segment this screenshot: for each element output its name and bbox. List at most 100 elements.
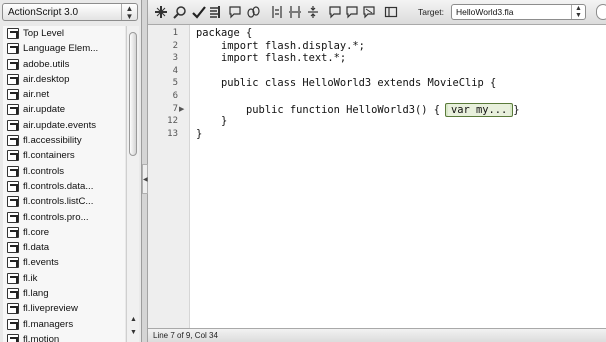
collapse-between-braces-icon[interactable]: [270, 5, 284, 19]
show-hide-toolbox-icon[interactable]: [384, 5, 398, 19]
line-number: 5: [172, 78, 178, 89]
package-item[interactable]: fl.accessibility: [3, 133, 125, 148]
expand-all-icon[interactable]: [306, 5, 320, 19]
code-text: import flash.text.*;: [196, 52, 347, 65]
package-item[interactable]: air.net: [3, 87, 125, 102]
collapsed-code-label: var my...: [447, 103, 511, 116]
package-list[interactable]: Top Level Language Elem... adobe.utils air.…: [3, 26, 125, 342]
package-item[interactable]: fl.controls.listC...: [3, 194, 125, 209]
scroll-up-arrow-icon[interactable]: ▲: [128, 314, 139, 326]
code-text: public class HelloWorld3 extends MovieCl…: [196, 77, 497, 90]
auto-format-icon[interactable]: [208, 5, 222, 19]
package-label: fl.controls.data...: [23, 180, 94, 192]
code-text: public function HelloWorld3() {: [196, 103, 440, 116]
package-item[interactable]: Language Elem...: [3, 41, 125, 56]
cursor-position-status: Line 7 of 9, Col 34: [153, 331, 218, 340]
package-label: fl.controls.listC...: [23, 196, 94, 208]
package-book-icon: [7, 43, 19, 55]
package-book-icon: [7, 58, 19, 70]
package-item[interactable]: fl.controls: [3, 164, 125, 179]
code-editor[interactable]: package { import flash.display.*; import…: [191, 25, 606, 328]
line-number: 4: [172, 65, 178, 76]
check-syntax-icon[interactable]: [192, 5, 206, 19]
collapsed-code-block[interactable]: var my...: [444, 102, 514, 117]
package-item[interactable]: adobe.utils: [3, 57, 125, 72]
code-hint-icon[interactable]: [228, 5, 242, 19]
apply-block-comment-icon[interactable]: [328, 5, 342, 19]
pin-script-button[interactable]: [596, 4, 606, 20]
select-arrows-icon: ▲ ▼: [121, 4, 137, 21]
package-item[interactable]: fl.core: [3, 225, 125, 240]
actions-toolbox-panel: ActionScript 3.0 ▲ ▼ Top Level Language El…: [0, 0, 142, 342]
scroll-down-arrow-icon[interactable]: ▼: [128, 327, 139, 339]
package-book-icon: [7, 318, 19, 330]
language-version-value: ActionScript 3.0: [8, 7, 79, 18]
package-item[interactable]: fl.livepreview: [3, 301, 125, 316]
line-number: 3: [172, 53, 178, 64]
apply-line-comment-icon[interactable]: [345, 5, 359, 19]
code-text: }: [196, 127, 203, 140]
code-text: }: [196, 115, 228, 128]
package-label: Language Elem...: [23, 43, 99, 55]
package-label: fl.livepreview: [23, 303, 78, 315]
expand-fold-arrow-icon[interactable]: ▶: [179, 105, 184, 113]
code-line: public function HelloWorld3() { var my...…: [196, 102, 520, 117]
package-book-icon: [7, 226, 19, 238]
line-number: 1: [172, 28, 178, 38]
package-item[interactable]: air.desktop: [3, 72, 125, 87]
status-bar: Line 7 of 9, Col 34: [148, 328, 606, 342]
scrollbar-thumb[interactable]: [129, 32, 137, 156]
code-line: package {: [196, 27, 252, 39]
code-text: import flash.display.*;: [196, 39, 365, 52]
package-book-icon: [7, 211, 19, 223]
debug-options-icon[interactable]: [246, 5, 260, 19]
package-book-icon: [7, 73, 19, 85]
code-line: public class HelloWorld3 extends MovieCl…: [196, 77, 496, 89]
package-item[interactable]: air.update.events: [3, 118, 125, 133]
line-number: 12: [167, 116, 178, 127]
package-item[interactable]: fl.motion: [3, 332, 125, 342]
package-label: fl.motion: [23, 333, 60, 342]
package-book-icon: [7, 272, 19, 284]
collapse-selection-icon[interactable]: [288, 5, 302, 19]
package-label: fl.data: [23, 242, 50, 254]
package-label: fl.controls.pro...: [23, 211, 89, 223]
language-version-select[interactable]: ActionScript 3.0 ▲ ▼: [2, 3, 138, 21]
package-label: fl.managers: [23, 318, 74, 330]
select-arrows-icon: ▲ ▼: [571, 5, 585, 19]
target-label: Target:: [418, 7, 444, 17]
package-list-scrollbar[interactable]: ▲ ▼: [126, 26, 139, 342]
package-item[interactable]: fl.managers: [3, 317, 125, 332]
package-label: air.net: [23, 89, 50, 101]
package-book-icon: [7, 104, 19, 116]
package-label: fl.events: [23, 257, 59, 269]
package-label: fl.containers: [23, 150, 75, 162]
package-book-icon: [7, 135, 19, 147]
package-item[interactable]: fl.lang: [3, 286, 125, 301]
package-item[interactable]: fl.ik: [3, 271, 125, 286]
package-book-icon: [7, 196, 19, 208]
package-label: fl.controls: [23, 165, 65, 177]
package-item[interactable]: air.update: [3, 102, 125, 117]
package-book-icon: [7, 257, 19, 269]
package-item[interactable]: fl.controls.data...: [3, 179, 125, 194]
line-number: 2: [172, 40, 178, 51]
package-item[interactable]: Top Level: [3, 26, 125, 41]
package-book-icon: [7, 150, 19, 162]
package-label: Top Level: [23, 28, 65, 39]
remove-comment-icon[interactable]: [362, 5, 376, 19]
package-item[interactable]: fl.events: [3, 255, 125, 270]
package-book-icon: [7, 119, 19, 131]
package-item[interactable]: fl.data: [3, 240, 125, 255]
add-statement-icon[interactable]: [154, 5, 168, 19]
target-select[interactable]: HelloWorld3.fla ▲ ▼: [451, 4, 586, 20]
package-book-icon: [7, 333, 19, 342]
find-icon[interactable]: [173, 5, 187, 19]
package-item[interactable]: fl.containers: [3, 148, 125, 163]
package-item[interactable]: fl.controls.pro...: [3, 210, 125, 225]
package-label: air.update: [23, 104, 66, 116]
code-line: import flash.display.*;: [196, 40, 365, 52]
target-value: HelloWorld3.fla: [456, 7, 514, 17]
package-book-icon: [7, 180, 19, 192]
line-number: 6: [172, 91, 178, 101]
